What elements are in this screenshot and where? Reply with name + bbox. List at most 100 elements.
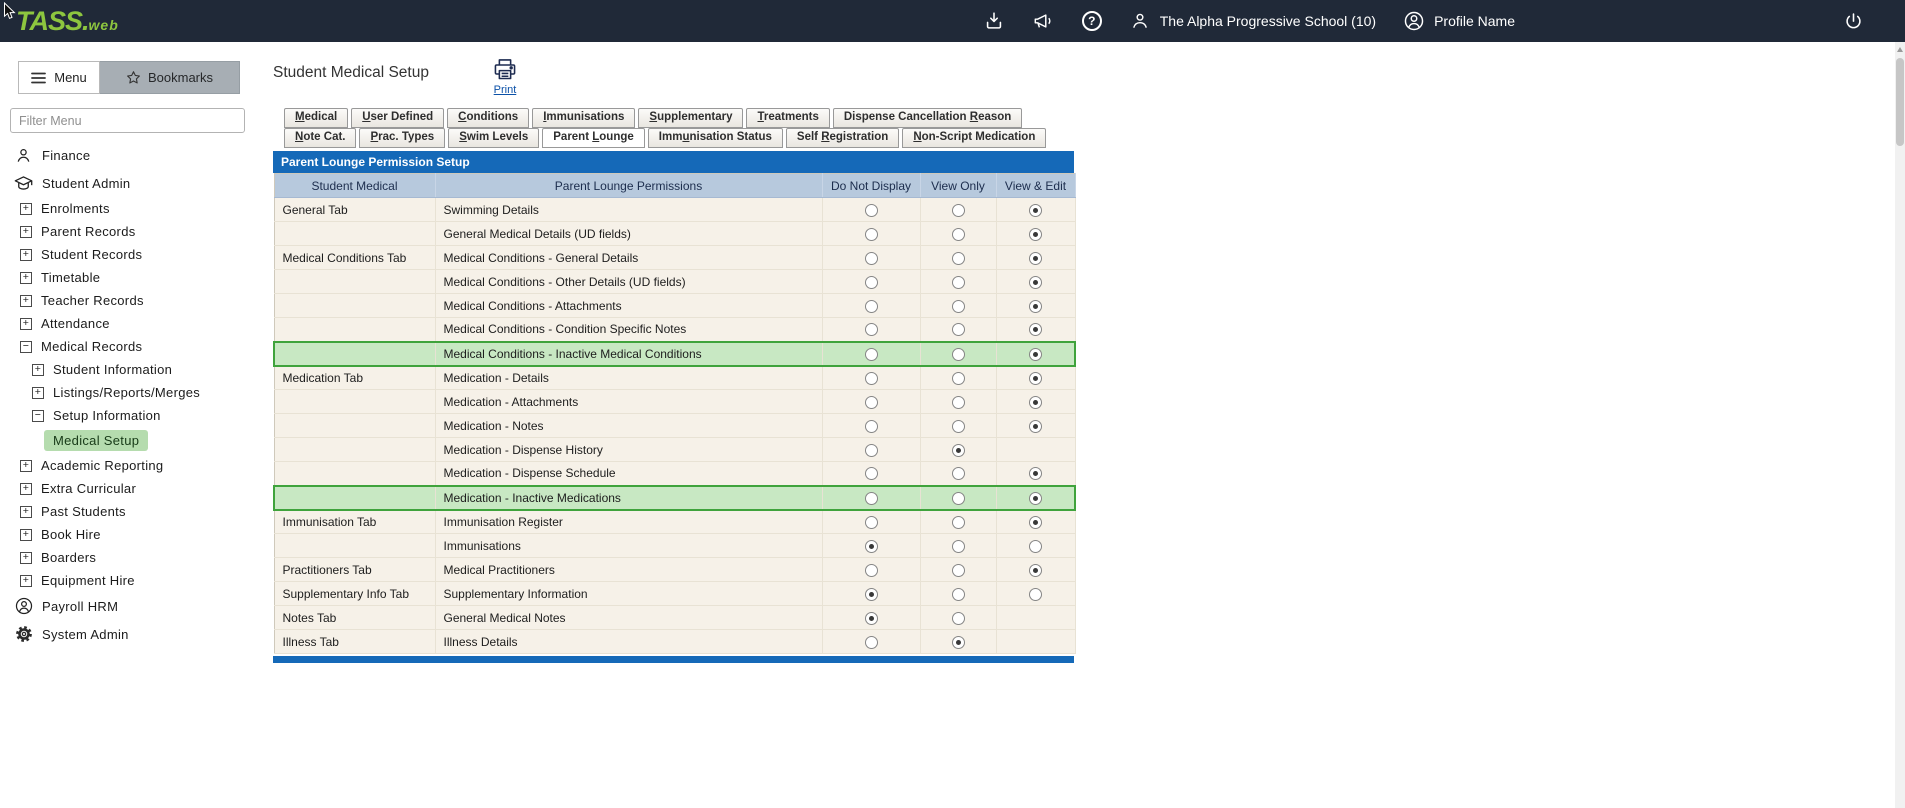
tab-immunisations[interactable]: Immunisations: [532, 108, 635, 128]
radio-do-not-display[interactable]: [865, 636, 878, 649]
scroll-up-icon[interactable]: [1897, 47, 1903, 52]
sidebar-item-teacher-records[interactable]: +Teacher Records: [0, 289, 255, 312]
radio-view-and-edit[interactable]: [1029, 300, 1042, 313]
help-icon[interactable]: ?: [1082, 11, 1102, 31]
radio-view-only[interactable]: [952, 540, 965, 553]
tass-logo[interactable]: TASS.web: [0, 6, 119, 37]
radio-view-only[interactable]: [952, 348, 965, 361]
radio-view-only[interactable]: [952, 636, 965, 649]
announcements-icon[interactable]: [1032, 9, 1056, 33]
expand-icon[interactable]: +: [20, 318, 32, 330]
tab-treatments[interactable]: Treatments: [746, 108, 829, 128]
radio-view-and-edit[interactable]: [1029, 516, 1042, 529]
radio-view-and-edit[interactable]: [1029, 252, 1042, 265]
radio-view-only[interactable]: [952, 372, 965, 385]
tab-dispense-cancellation-reason[interactable]: Dispense Cancellation Reason: [833, 108, 1022, 128]
sidebar-item-equipment-hire[interactable]: +Equipment Hire: [0, 569, 255, 592]
radio-do-not-display[interactable]: [865, 444, 878, 457]
radio-view-only[interactable]: [952, 516, 965, 529]
school-selector[interactable]: The Alpha Progressive School (10): [1128, 9, 1376, 33]
tab-supplementary[interactable]: Supplementary: [638, 108, 743, 128]
radio-view-and-edit[interactable]: [1029, 467, 1042, 480]
tab-note-cat[interactable]: Note Cat.: [284, 128, 356, 148]
radio-view-and-edit[interactable]: [1029, 323, 1042, 336]
tab-immunisation-status[interactable]: Immunisation Status: [648, 128, 783, 148]
radio-view-and-edit[interactable]: [1029, 372, 1042, 385]
collapse-icon[interactable]: −: [20, 341, 32, 353]
expand-icon[interactable]: +: [20, 529, 32, 541]
expand-icon[interactable]: +: [32, 364, 44, 376]
radio-view-only[interactable]: [952, 588, 965, 601]
tab-prac-types[interactable]: Prac. Types: [359, 128, 445, 148]
radio-view-and-edit[interactable]: [1029, 396, 1042, 409]
sidebar-item-setup-information[interactable]: −Setup Information: [0, 404, 255, 427]
radio-do-not-display[interactable]: [865, 323, 878, 336]
filter-menu-input[interactable]: [10, 108, 245, 133]
radio-view-and-edit[interactable]: [1029, 564, 1042, 577]
radio-view-only[interactable]: [952, 204, 965, 217]
expand-icon[interactable]: +: [20, 506, 32, 518]
tab-user-defined[interactable]: User Defined: [351, 108, 444, 128]
logout-power-icon[interactable]: [1841, 9, 1865, 33]
expand-icon[interactable]: +: [20, 295, 32, 307]
menu-tab-button[interactable]: Menu: [18, 61, 100, 94]
tab-self-registration[interactable]: Self Registration: [786, 128, 899, 148]
sidebar-item-parent-records[interactable]: +Parent Records: [0, 220, 255, 243]
sidebar-item-enrolments[interactable]: +Enrolments: [0, 197, 255, 220]
radio-view-and-edit[interactable]: [1029, 204, 1042, 217]
scrollbar-thumb[interactable]: [1896, 58, 1904, 146]
radio-do-not-display[interactable]: [865, 564, 878, 577]
sidebar-item-boarders[interactable]: +Boarders: [0, 546, 255, 569]
radio-view-and-edit[interactable]: [1029, 588, 1042, 601]
radio-view-only[interactable]: [952, 323, 965, 336]
radio-view-only[interactable]: [952, 252, 965, 265]
radio-view-and-edit[interactable]: [1029, 228, 1042, 241]
tab-conditions[interactable]: Conditions: [447, 108, 529, 128]
radio-view-only[interactable]: [952, 467, 965, 480]
radio-view-only[interactable]: [952, 228, 965, 241]
profile-menu[interactable]: Profile Name: [1402, 9, 1515, 33]
expand-icon[interactable]: +: [20, 575, 32, 587]
radio-view-and-edit[interactable]: [1029, 276, 1042, 289]
radio-view-only[interactable]: [952, 396, 965, 409]
expand-icon[interactable]: +: [20, 483, 32, 495]
sidebar-item-listings-reports-merges[interactable]: +Listings/Reports/Merges: [0, 381, 255, 404]
radio-view-only[interactable]: [952, 612, 965, 625]
expand-icon[interactable]: +: [20, 249, 32, 261]
radio-do-not-display[interactable]: [865, 252, 878, 265]
expand-icon[interactable]: +: [32, 387, 44, 399]
radio-do-not-display[interactable]: [865, 348, 878, 361]
sidebar-item-payroll-hrm[interactable]: Payroll HRM: [0, 592, 255, 620]
bookmarks-tab-button[interactable]: Bookmarks: [100, 61, 240, 94]
radio-view-only[interactable]: [952, 420, 965, 433]
sidebar-item-finance[interactable]: Finance: [0, 141, 255, 169]
print-button[interactable]: Print: [491, 56, 519, 96]
radio-do-not-display[interactable]: [865, 492, 878, 505]
sidebar-item-timetable[interactable]: +Timetable: [0, 266, 255, 289]
sidebar-item-medical-setup[interactable]: Medical Setup: [0, 427, 255, 454]
collapse-icon[interactable]: −: [32, 410, 44, 422]
radio-view-and-edit[interactable]: [1029, 540, 1042, 553]
vertical-scrollbar[interactable]: [1895, 42, 1905, 808]
sidebar-item-academic-reporting[interactable]: +Academic Reporting: [0, 454, 255, 477]
sidebar-item-attendance[interactable]: +Attendance: [0, 312, 255, 335]
tab-medical[interactable]: Medical: [284, 108, 348, 128]
radio-view-and-edit[interactable]: [1029, 348, 1042, 361]
radio-do-not-display[interactable]: [865, 228, 878, 241]
radio-view-only[interactable]: [952, 300, 965, 313]
tab-parent-lounge[interactable]: Parent Lounge: [542, 128, 645, 148]
radio-do-not-display[interactable]: [865, 612, 878, 625]
radio-view-only[interactable]: [952, 444, 965, 457]
radio-do-not-display[interactable]: [865, 204, 878, 217]
sidebar-item-book-hire[interactable]: +Book Hire: [0, 523, 255, 546]
sidebar-item-medical-records[interactable]: −Medical Records: [0, 335, 255, 358]
radio-view-only[interactable]: [952, 276, 965, 289]
radio-do-not-display[interactable]: [865, 300, 878, 313]
expand-icon[interactable]: +: [20, 272, 32, 284]
radio-view-only[interactable]: [952, 564, 965, 577]
sidebar-item-student-admin[interactable]: Student Admin: [0, 169, 255, 197]
radio-do-not-display[interactable]: [865, 540, 878, 553]
radio-do-not-display[interactable]: [865, 276, 878, 289]
radio-do-not-display[interactable]: [865, 372, 878, 385]
download-icon[interactable]: [982, 9, 1006, 33]
